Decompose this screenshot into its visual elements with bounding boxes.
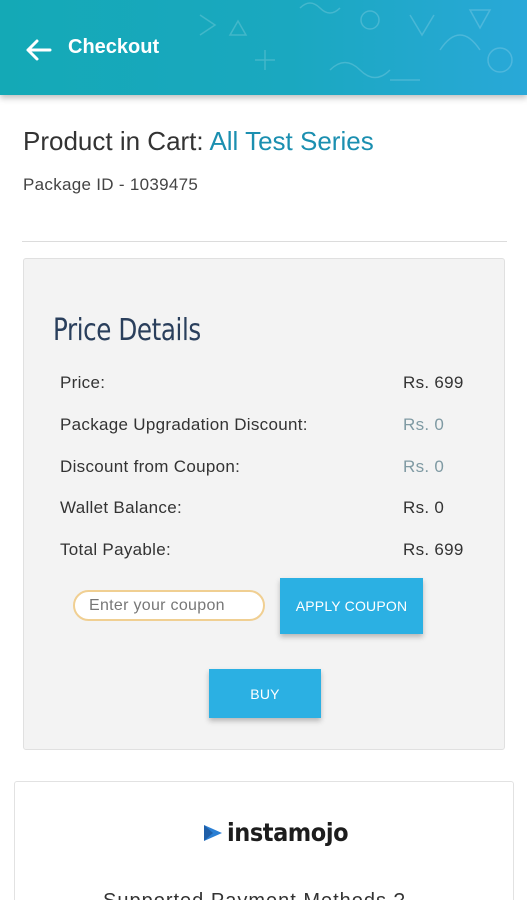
- package-id: Package ID - 1039475: [23, 175, 199, 194]
- wallet-balance-value: Rs. 0: [403, 498, 445, 517]
- payment-card: instamojo Supported Payment Methods ?: [14, 781, 514, 900]
- buy-button[interactable]: BUY: [209, 669, 321, 718]
- arrow-left-icon: [26, 39, 52, 61]
- instamojo-brand: instamojo: [227, 818, 349, 847]
- product-in-cart: Product in Cart: All Test Series: [23, 126, 374, 157]
- price-details-title: Price Details: [53, 313, 201, 348]
- supported-payment-methods[interactable]: Supported Payment Methods ?: [103, 890, 406, 900]
- page-title: Checkout: [68, 36, 160, 58]
- total-payable-value: Rs. 699: [403, 540, 464, 559]
- divider: [22, 241, 507, 242]
- total-payable-label: Total Payable:: [60, 540, 171, 559]
- price-details-card: Price Details Price: Rs. 699 Package Upg…: [23, 258, 505, 750]
- instamojo-logo: instamojo: [203, 818, 362, 847]
- apply-coupon-button[interactable]: APPLY COUPON: [280, 578, 423, 634]
- total-payable-row: Total Payable: Rs. 699: [60, 540, 480, 564]
- price-label: Price:: [60, 373, 106, 392]
- coupon-discount-row: Discount from Coupon: Rs. 0: [60, 457, 480, 481]
- instamojo-logo-icon: [204, 824, 222, 841]
- back-button[interactable]: [22, 34, 54, 66]
- coupon-discount-value: Rs. 0: [403, 457, 445, 476]
- wallet-balance-row: Wallet Balance: Rs. 0: [60, 498, 480, 522]
- upgrade-discount-row: Package Upgradation Discount: Rs. 0: [60, 415, 480, 439]
- app-bar: Checkout: [0, 0, 527, 95]
- price-row: Price: Rs. 699: [60, 373, 480, 397]
- price-value: Rs. 699: [403, 373, 464, 392]
- upgrade-discount-label: Package Upgradation Discount:: [60, 415, 308, 434]
- upgrade-discount-value: Rs. 0: [403, 415, 445, 434]
- coupon-input[interactable]: [73, 590, 265, 621]
- product-name: All Test Series: [209, 126, 374, 156]
- product-prefix: Product in Cart:: [23, 126, 204, 156]
- coupon-discount-label: Discount from Coupon:: [60, 457, 241, 476]
- wallet-balance-label: Wallet Balance:: [60, 498, 182, 517]
